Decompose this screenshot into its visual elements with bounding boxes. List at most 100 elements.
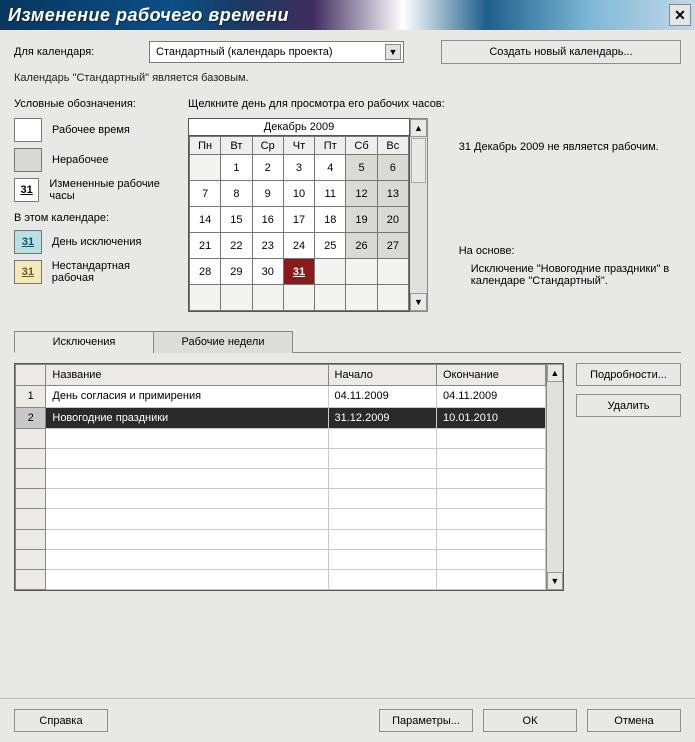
calendar-day[interactable]: 5 xyxy=(346,155,377,181)
cell-start[interactable] xyxy=(328,448,437,468)
calendar-day[interactable]: 3 xyxy=(283,155,314,181)
calendar-day[interactable]: 24 xyxy=(283,233,314,259)
cell-end[interactable] xyxy=(437,529,546,549)
calendar-day[interactable]: 31 xyxy=(283,259,314,285)
calendar-day[interactable]: 1 xyxy=(221,155,252,181)
ok-button[interactable]: ОК xyxy=(483,709,577,732)
row-header[interactable] xyxy=(16,428,46,448)
cell-start[interactable] xyxy=(328,469,437,489)
row-header[interactable]: 1 xyxy=(16,386,46,407)
calendar-day[interactable]: 10 xyxy=(283,181,314,207)
table-row[interactable] xyxy=(16,549,546,569)
calendar-day[interactable]: 27 xyxy=(377,233,408,259)
cell-name[interactable] xyxy=(46,549,328,569)
cell-end[interactable]: 04.11.2009 xyxy=(437,386,546,407)
cell-start[interactable] xyxy=(328,549,437,569)
cell-name[interactable] xyxy=(46,529,328,549)
calendar-day[interactable]: 12 xyxy=(346,181,377,207)
cell-name[interactable] xyxy=(46,448,328,468)
row-header[interactable]: 2 xyxy=(16,407,46,428)
table-row[interactable] xyxy=(16,569,546,589)
table-row[interactable] xyxy=(16,469,546,489)
calendar-day[interactable]: 25 xyxy=(315,233,346,259)
cell-end[interactable] xyxy=(437,549,546,569)
scroll-down-icon[interactable]: ▼ xyxy=(547,572,563,590)
table-row[interactable] xyxy=(16,448,546,468)
cell-name[interactable] xyxy=(46,428,328,448)
row-header[interactable] xyxy=(16,489,46,509)
cell-end[interactable] xyxy=(437,448,546,468)
cell-name[interactable] xyxy=(46,489,328,509)
calendar-day[interactable]: 7 xyxy=(190,181,221,207)
tab-exceptions[interactable]: Исключения xyxy=(14,331,154,353)
details-button[interactable]: Подробности... xyxy=(576,363,681,386)
table-row[interactable] xyxy=(16,529,546,549)
new-calendar-button[interactable]: Создать новый календарь... xyxy=(441,40,681,64)
calendar-day[interactable]: 22 xyxy=(221,233,252,259)
cell-start[interactable] xyxy=(328,529,437,549)
close-button[interactable]: ✕ xyxy=(669,4,691,26)
cell-start[interactable]: 31.12.2009 xyxy=(328,407,437,428)
calendar-day[interactable]: 14 xyxy=(190,207,221,233)
calendar-day[interactable]: 28 xyxy=(190,259,221,285)
scroll-down-icon[interactable]: ▼ xyxy=(410,293,427,311)
calendar-day[interactable]: 9 xyxy=(252,181,283,207)
cell-end[interactable] xyxy=(437,489,546,509)
calendar-select[interactable]: Стандартный (календарь проекта) ▼ xyxy=(149,41,404,63)
calendar-day[interactable]: 19 xyxy=(346,207,377,233)
calendar-day[interactable]: 23 xyxy=(252,233,283,259)
row-header[interactable] xyxy=(16,448,46,468)
delete-button[interactable]: Удалить xyxy=(576,394,681,417)
scroll-up-icon[interactable]: ▲ xyxy=(410,119,427,137)
tab-workweeks[interactable]: Рабочие недели xyxy=(153,331,293,353)
cell-name[interactable] xyxy=(46,469,328,489)
col-end[interactable]: Окончание xyxy=(437,365,546,386)
cell-start[interactable] xyxy=(328,428,437,448)
cell-start[interactable] xyxy=(328,489,437,509)
scroll-thumb[interactable] xyxy=(411,138,426,183)
cell-start[interactable]: 04.11.2009 xyxy=(328,386,437,407)
col-name[interactable]: Название xyxy=(46,365,328,386)
cell-end[interactable] xyxy=(437,569,546,589)
calendar-day[interactable]: 18 xyxy=(315,207,346,233)
exceptions-grid[interactable]: НазваниеНачалоОкончание1День согласия и … xyxy=(14,363,564,591)
scroll-up-icon[interactable]: ▲ xyxy=(547,364,563,382)
calendar-day[interactable]: 8 xyxy=(221,181,252,207)
options-button[interactable]: Параметры... xyxy=(379,709,473,732)
calendar-day[interactable]: 15 xyxy=(221,207,252,233)
calendar-day[interactable]: 2 xyxy=(252,155,283,181)
calendar-scrollbar[interactable]: ▲ ▼ xyxy=(410,118,428,312)
cell-end[interactable] xyxy=(437,509,546,529)
cell-end[interactable]: 10.01.2010 xyxy=(437,407,546,428)
row-header[interactable] xyxy=(16,469,46,489)
calendar-day[interactable]: 29 xyxy=(221,259,252,285)
cell-name[interactable] xyxy=(46,569,328,589)
cell-name[interactable]: День согласия и примирения xyxy=(46,386,328,407)
calendar-day[interactable]: 6 xyxy=(377,155,408,181)
calendar-day[interactable]: 20 xyxy=(377,207,408,233)
cancel-button[interactable]: Отмена xyxy=(587,709,681,732)
calendar-day[interactable]: 17 xyxy=(283,207,314,233)
table-row[interactable] xyxy=(16,489,546,509)
month-calendar[interactable]: Декабрь 2009 ПнВтСрЧтПтСбВс1234567891011… xyxy=(188,118,410,312)
calendar-day[interactable]: 11 xyxy=(315,181,346,207)
row-header[interactable] xyxy=(16,569,46,589)
cell-end[interactable] xyxy=(437,469,546,489)
cell-start[interactable] xyxy=(328,569,437,589)
calendar-day[interactable]: 16 xyxy=(252,207,283,233)
table-row[interactable] xyxy=(16,509,546,529)
table-row[interactable]: 1День согласия и примирения04.11.200904.… xyxy=(16,386,546,407)
calendar-day[interactable]: 4 xyxy=(315,155,346,181)
calendar-day[interactable]: 13 xyxy=(377,181,408,207)
cell-name[interactable]: Новогодние праздники xyxy=(46,407,328,428)
grid-scrollbar[interactable]: ▲ ▼ xyxy=(546,364,563,590)
cell-start[interactable] xyxy=(328,509,437,529)
col-start[interactable]: Начало xyxy=(328,365,437,386)
row-header[interactable] xyxy=(16,549,46,569)
calendar-day[interactable]: 21 xyxy=(190,233,221,259)
table-row[interactable] xyxy=(16,428,546,448)
cell-name[interactable] xyxy=(46,509,328,529)
row-header[interactable] xyxy=(16,509,46,529)
row-header[interactable] xyxy=(16,529,46,549)
help-button[interactable]: Справка xyxy=(14,709,108,732)
